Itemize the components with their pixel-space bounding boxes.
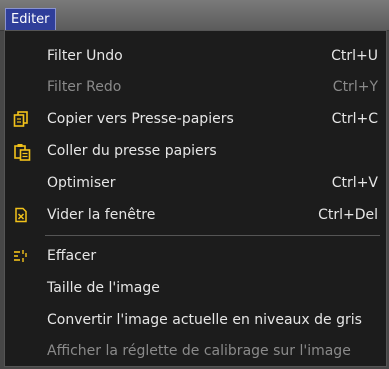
menu-bar: Editer (0, 0, 389, 31)
menu-item-label: Effacer (47, 248, 97, 264)
menu-item-paste-clipboard[interactable]: Coller du presse papiers (5, 136, 386, 166)
menu-item-label: Taille de l'image (47, 280, 160, 296)
paste-icon (13, 143, 31, 161)
menu-item-label: Afficher la réglette de calibrage sur l'… (47, 343, 351, 359)
menu-item-filter-redo[interactable]: Filter Redo Ctrl+Y (5, 72, 386, 102)
menu-item-copy-clipboard[interactable]: Copier vers Presse-papiers Ctrl+C (5, 104, 386, 134)
menu-item-convert-grayscale[interactable]: Convertir l'image actuelle en niveaux de… (5, 305, 386, 335)
menu-item-label: Filter Undo (47, 48, 123, 64)
menu-item-shortcut: Ctrl+C (331, 111, 378, 127)
menu-editer[interactable]: Editer (5, 8, 56, 30)
menu-item-label: Filter Redo (47, 79, 122, 95)
menu-item-label: Coller du presse papiers (47, 143, 217, 159)
menu-item-erase[interactable]: Effacer (5, 241, 386, 271)
menu-item-show-calibration-ruler[interactable]: Afficher la réglette de calibrage sur l'… (5, 336, 386, 366)
clear-window-icon (13, 207, 29, 223)
menu-item-clear-window[interactable]: Vider la fenêtre Ctrl+Del (5, 200, 386, 230)
menu-item-shortcut: Ctrl+Del (318, 207, 378, 223)
menu-item-optimize[interactable]: Optimiser Ctrl+V (5, 168, 386, 198)
menu-item-shortcut: Ctrl+V (331, 175, 378, 191)
edit-menu-dropdown: Filter Undo Ctrl+U Filter Redo Ctrl+Y Co… (4, 30, 387, 367)
menu-item-image-size[interactable]: Taille de l'image (5, 273, 386, 303)
menu-item-label: Optimiser (47, 175, 116, 191)
erase-icon (13, 248, 29, 264)
menu-item-label: Copier vers Presse-papiers (47, 111, 234, 127)
menu-separator (45, 235, 380, 236)
menu-item-filter-undo[interactable]: Filter Undo Ctrl+U (5, 41, 386, 71)
menu-item-label: Convertir l'image actuelle en niveaux de… (47, 312, 362, 328)
menu-item-label: Vider la fenêtre (47, 207, 156, 223)
copy-icon (13, 111, 29, 127)
menu-item-shortcut: Ctrl+U (331, 48, 378, 64)
menu-item-shortcut: Ctrl+Y (332, 79, 378, 95)
